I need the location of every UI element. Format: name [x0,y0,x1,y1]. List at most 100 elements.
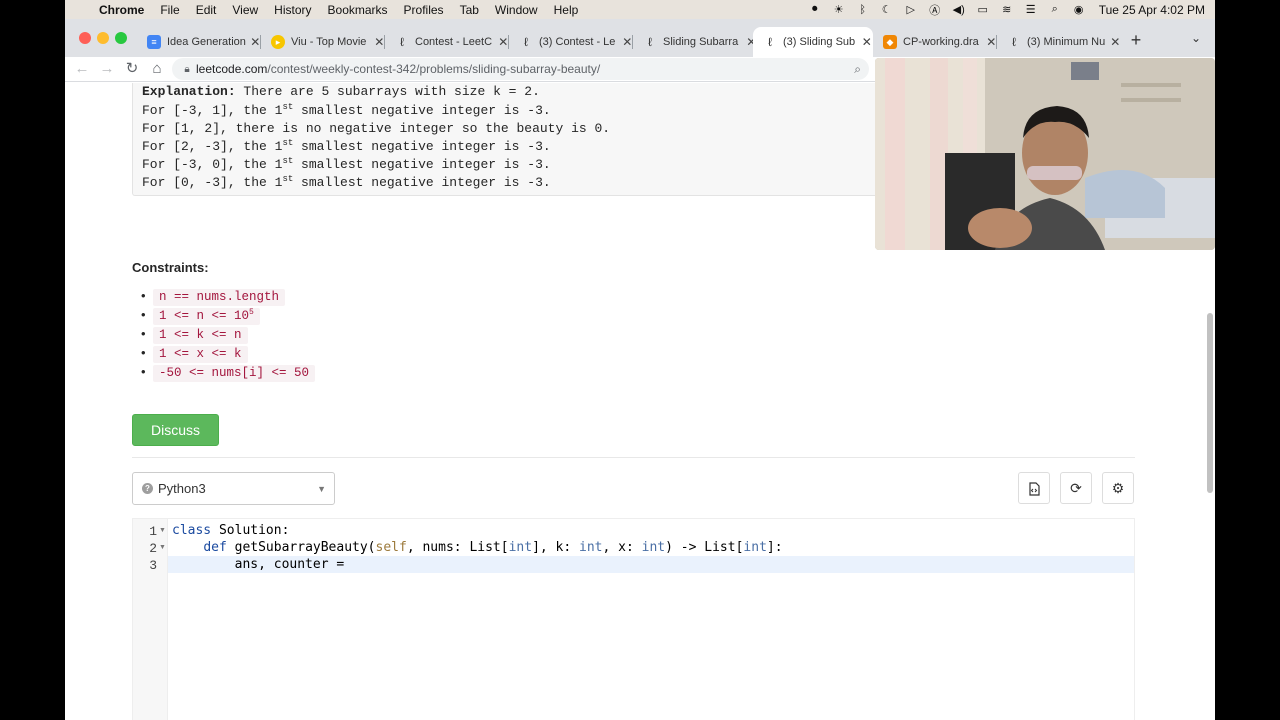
code-line[interactable]: def getSubarrayBeauty(self, nums: List[i… [172,540,782,555]
code-editor[interactable]: 1 ▼ 2 ▼ 3 class Solution: def getSubarra… [132,518,1135,720]
reload-icon[interactable]: ↻ [123,60,141,78]
line-number: 3 [149,558,157,573]
tab-contest-leetcode[interactable]: ℓ Contest - LeetC ✕ [385,27,509,57]
constraints-list: n == nums.length 1 <= n <= 105 1 <= k <=… [141,288,316,383]
menu-app-chrome[interactable]: Chrome [95,3,152,17]
leetcode-icon: ℓ [524,35,528,49]
webcam-person-image [875,58,1215,250]
menu-help[interactable]: Help [546,3,587,17]
spotlight-icon[interactable]: ⌕ [1043,3,1067,16]
home-icon[interactable]: ⌂ [148,60,166,78]
lock-icon[interactable]: 🔒︎ [178,64,196,75]
explanation-heading: Explanation: There are 5 subarrays with … [142,84,540,99]
tab-sliding-subarray-active[interactable]: ℓ (3) Sliding Sub ✕ [753,27,873,57]
line-number: 1 [149,524,157,539]
siri-icon[interactable]: ◉ [1067,3,1091,16]
leetcode-icon: ℓ [1012,35,1016,49]
tab-search-chevron-icon[interactable]: ⌄ [1191,31,1201,45]
menu-bar-clock[interactable]: Tue 25 Apr 4:02 PM [1091,3,1205,17]
line-number: 2 [149,541,157,556]
tab-cp-working-drawio[interactable]: ◆ CP-working.dra ✕ [873,27,997,57]
language-select[interactable]: ? Python3 ▼ [132,472,335,505]
battery-icon[interactable]: ▭ [971,3,995,16]
constraint-item: n == nums.length [141,288,315,307]
menu-view[interactable]: View [224,3,266,17]
explanation-line: For [2, -3], the 1st smallest negative i… [142,138,551,154]
docs-icon: ≡ [147,35,161,49]
tab-title: (3) Contest - Le [539,36,616,48]
discuss-button[interactable]: Discuss [132,414,219,446]
code-line[interactable]: ans, counter = [172,557,345,572]
section-divider [132,457,1135,458]
leetcode-icon: ℓ [648,35,652,49]
autocomplete-toggle-button[interactable] [1018,472,1050,504]
menu-window[interactable]: Window [487,3,546,17]
constraint-item: 1 <= x <= k [141,345,315,364]
explanation-line: For [-3, 0], the 1st smallest negative i… [142,156,551,172]
record-icon[interactable]: ⏺ [803,3,827,16]
tab-title: Contest - LeetC [415,36,493,48]
back-arrow-icon[interactable]: ← [73,60,91,78]
address-path: /contest/weekly-contest-342/problems/sli… [267,62,601,76]
drawio-icon: ◆ [883,35,897,49]
minimize-window-button[interactable] [97,32,109,44]
menu-tab[interactable]: Tab [452,3,487,17]
tab-bar: ≡ Idea Generation ✕ ▸ Viu - Top Movie ✕ … [65,19,1215,57]
explanation-line: For [1, 2], there is no negative integer… [142,121,611,136]
explanation-line: For [-3, 1], the 1st smallest negative i… [142,102,551,118]
reset-code-button[interactable]: ⟳ [1060,472,1092,504]
menu-profiles[interactable]: Profiles [396,3,452,17]
macos-menu-bar: Chrome File Edit View History Bookmarks … [65,0,1215,19]
address-bar[interactable]: 🔒︎ leetcode.com /contest/weekly-contest-… [172,58,869,80]
menu-bookmarks[interactable]: Bookmarks [320,3,396,17]
tab-sliding-subarray[interactable]: ℓ Sliding Subarra ✕ [633,27,757,57]
fold-arrow-icon[interactable]: ▼ [159,527,166,534]
dropdown-caret-icon: ▼ [317,483,326,494]
tab-contest-leetcode-2[interactable]: ℓ (3) Contest - Le ✕ [509,27,633,57]
play-icon[interactable]: ▷ [899,3,923,16]
menu-history[interactable]: History [266,3,319,17]
zoom-icon[interactable]: ⌕ [854,62,861,77]
editor-settings-button[interactable]: ⚙ [1102,472,1134,504]
tab-title: Sliding Subarra [663,36,739,48]
tab-idea-generation[interactable]: ≡ Idea Generation ✕ [137,27,261,57]
menu-edit[interactable]: Edit [188,3,225,17]
leetcode-icon: ℓ [400,35,404,49]
close-tab-icon[interactable]: ✕ [1110,35,1121,49]
viu-icon: ▸ [271,35,285,49]
document-code-icon [1029,482,1040,496]
help-icon[interactable]: ? [142,483,153,494]
sun-icon[interactable]: ☀ [827,3,851,16]
tab-viu[interactable]: ▸ Viu - Top Movie ✕ [261,27,385,57]
bluetooth-icon[interactable]: ᛒ [851,4,875,16]
constraint-item: 1 <= k <= n [141,326,315,345]
close-window-button[interactable] [79,32,91,44]
input-source-icon[interactable]: Ⓐ [923,2,947,18]
leetcode-icon: ℓ [768,35,772,49]
page-scrollbar[interactable] [1207,313,1213,493]
maximize-window-button[interactable] [115,32,127,44]
moon-icon[interactable]: ☾ [875,3,899,16]
webcam-video-overlay [875,58,1215,250]
code-line[interactable]: class Solution: [172,523,289,538]
example-explanation-box: Explanation: There are 5 subarrays with … [132,83,892,196]
menu-file[interactable]: File [152,3,187,17]
forward-arrow-icon[interactable]: → [98,60,116,78]
control-center-icon[interactable]: ☰ [1019,3,1043,16]
tab-title: CP-working.dra [903,36,979,48]
close-tab-icon[interactable]: ✕ [862,35,873,49]
volume-icon[interactable]: ◀) [947,3,971,16]
editor-gutter: 1 ▼ 2 ▼ 3 [133,519,168,720]
wifi-icon[interactable]: ≋ [995,3,1019,16]
constraints-title: Constraints: [132,260,209,275]
explanation-line: For [0, -3], the 1st smallest negative i… [142,174,551,190]
tab-title: Viu - Top Movie [291,36,367,48]
new-tab-button[interactable]: + [1128,30,1144,51]
tab-title: Idea Generation [167,36,246,48]
constraint-item: -50 <= nums[i] <= 50 [141,364,316,383]
tab-title: (3) Minimum Nu [1027,36,1106,48]
tab-title: (3) Sliding Sub [783,36,856,48]
fold-arrow-icon[interactable]: ▼ [159,544,166,551]
status-area: ⏺ ☀ ᛒ ☾ ▷ Ⓐ ◀) ▭ ≋ ☰ ⌕ ◉ Tue 25 Apr 4:02… [803,2,1215,18]
tab-minimum-number[interactable]: ℓ (3) Minimum Nu ✕ [997,27,1121,57]
